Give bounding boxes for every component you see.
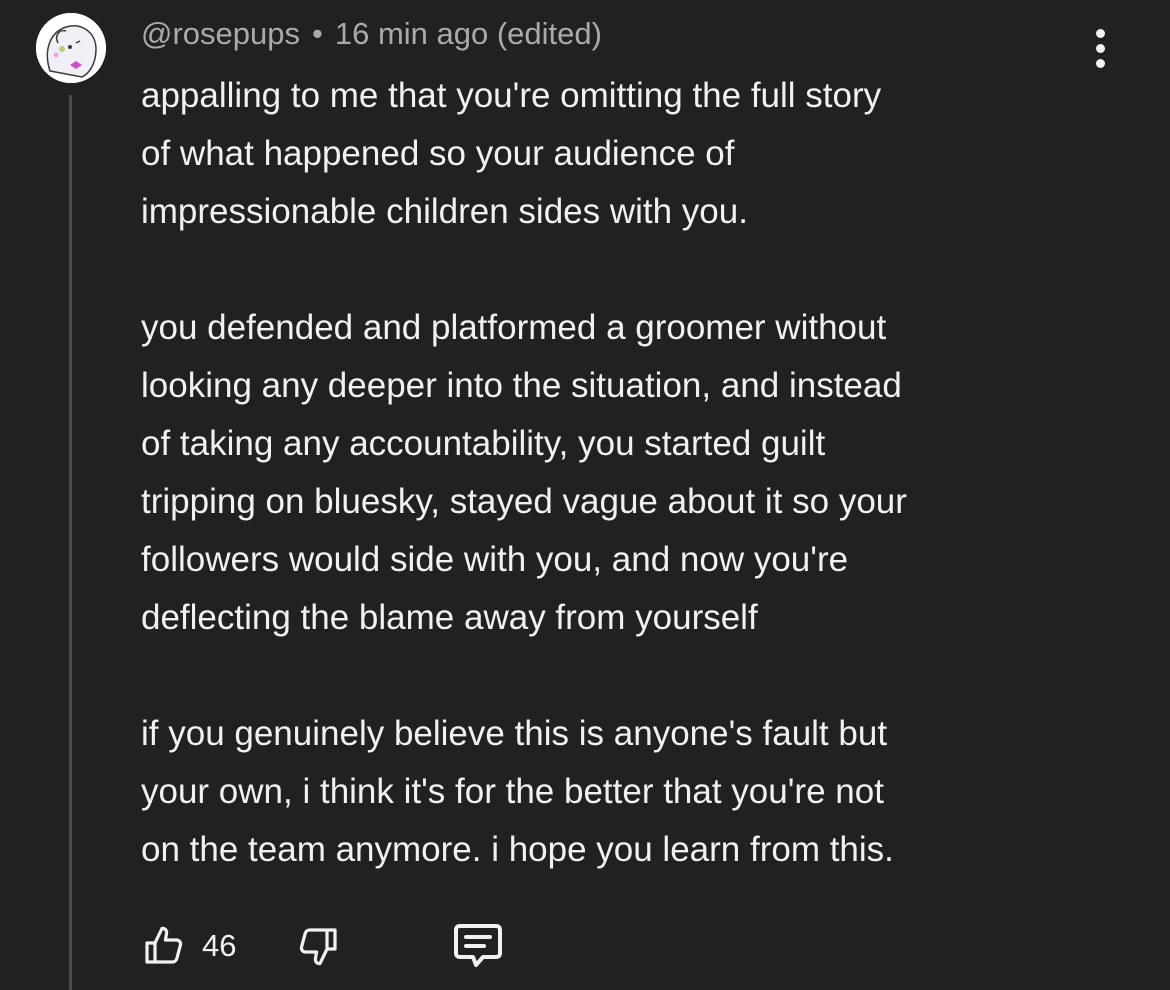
comment-paragraph: if you genuinely believe this is anyone'… [141, 714, 894, 869]
like-button[interactable] [140, 922, 188, 970]
comment-paragraph: you defended and platformed a groomer wi… [141, 308, 907, 637]
author-handle[interactable]: @rosepups [141, 16, 300, 51]
comment-body: appalling to me that you're omitting the… [141, 67, 1141, 879]
comment-meta: @rosepups • 16 min ago (edited) [141, 14, 602, 54]
thread-line [69, 95, 72, 990]
avatar[interactable] [36, 13, 106, 83]
comment-timestamp: 16 min ago (edited) [334, 16, 602, 51]
reply-button[interactable] [450, 920, 506, 972]
avatar-image [36, 13, 106, 83]
dislike-button[interactable] [294, 922, 342, 970]
comment-paragraph: appalling to me that you're omitting the… [141, 76, 882, 231]
more-vertical-icon [1095, 28, 1105, 38]
reply-comment-icon [454, 924, 503, 967]
comment-actions: 46 [140, 918, 506, 974]
meta-separator: • [312, 16, 323, 51]
like-count: 46 [202, 928, 237, 963]
thumbs-down-icon [300, 928, 338, 966]
thumbs-up-icon [145, 926, 183, 964]
more-options-button[interactable] [1082, 24, 1118, 72]
